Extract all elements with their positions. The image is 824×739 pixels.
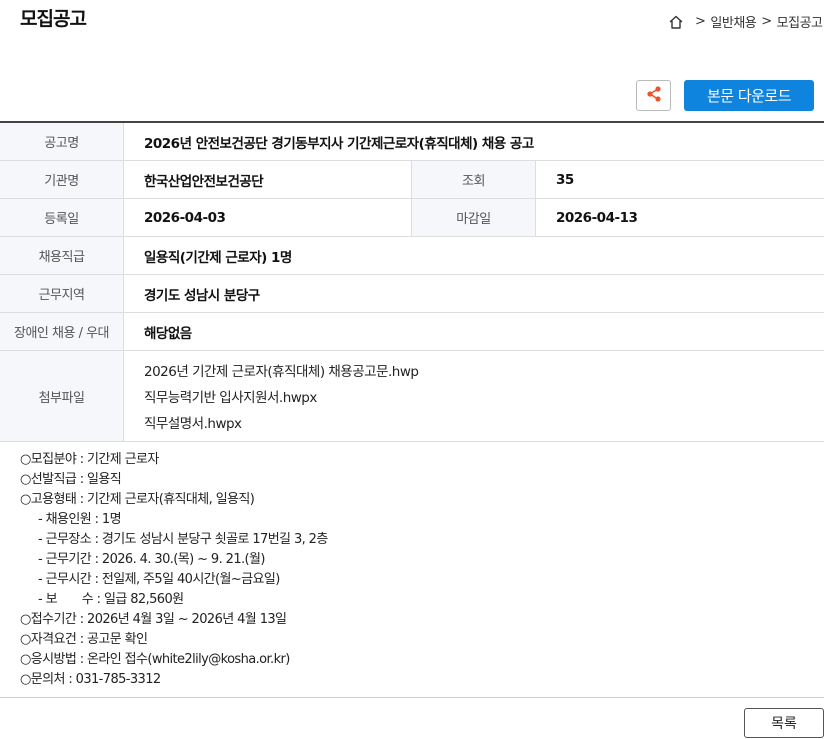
share-icon: [645, 85, 663, 107]
region-value: 경기도 성남시 분당구: [144, 287, 260, 304]
file-link[interactable]: 직무설명서.hwpx: [144, 412, 242, 432]
page-title: 모집공고: [20, 8, 87, 30]
file-link[interactable]: 2026년 기간제 근로자(휴직대체) 채용공고문.hwp: [144, 360, 419, 380]
table-row: 첨부파일 2026년 기간제 근로자(휴직대체) 채용공고문.hwp 직무능력기…: [0, 351, 824, 442]
breadcrumb-item-general[interactable]: 일반채용: [710, 12, 756, 31]
files-label: 첨부파일: [0, 351, 124, 441]
breadcrumb-separator: >: [695, 14, 706, 29]
share-button[interactable]: [636, 80, 671, 111]
region-label: 근무지역: [0, 275, 124, 312]
list-button[interactable]: 목록: [744, 708, 824, 738]
table-row: 공고명 2026년 안전보건공단 경기동부지사 기간제근로자(휴직대체) 채용 …: [0, 123, 824, 161]
notice-line: ○선발직급 : 일용직: [20, 472, 122, 487]
notice-line: ○고용형태 : 기간제 근로자(휴직대체, 일용직): [20, 492, 255, 507]
views-value: 35: [556, 171, 574, 188]
notice-sub-line: - 근무시간 : 전일제, 주5일 40시간(월~금요일): [38, 572, 280, 587]
deadline-value: 2026-04-13: [556, 209, 638, 226]
notice-line: ○문의처 : 031-785-3312: [20, 672, 161, 687]
notice-sub-line: - 보 수 : 일급 82,560원: [38, 592, 184, 607]
disabled-value: 해당없음: [144, 325, 192, 342]
views-label: 조회: [412, 161, 536, 198]
deadline-label: 마감일: [412, 199, 536, 236]
title-value: 2026년 안전보건공단 경기동부지사 기간제근로자(휴직대체) 채용 공고: [144, 135, 534, 152]
notice-sub-line: - 채용인원 : 1명: [38, 512, 122, 527]
download-button[interactable]: 본문 다운로드: [684, 80, 814, 111]
file-link[interactable]: 직무능력기반 입사지원서.hwpx: [144, 386, 317, 406]
org-value: 한국산업안전보건공단: [124, 161, 412, 198]
reg-date-label: 등록일: [0, 199, 124, 236]
breadcrumb: > 일반채용 > 모집공고: [668, 12, 823, 31]
disabled-label: 장애인 채용 / 우대: [0, 313, 124, 350]
table-row: 등록일 2026-04-03 마감일 2026-04-13: [0, 199, 824, 237]
divider: [0, 697, 824, 698]
notice-sub-line: - 근무장소 : 경기도 성남시 분당구 쇳골로 17번길 3, 2층: [38, 532, 328, 547]
home-icon[interactable]: [668, 14, 684, 30]
table-row: 장애인 채용 / 우대 해당없음: [0, 313, 824, 351]
org-label: 기관명: [0, 161, 124, 198]
table-row: 근무지역 경기도 성남시 분당구: [0, 275, 824, 313]
files-list: 2026년 기간제 근로자(휴직대체) 채용공고문.hwp 직무능력기반 입사지…: [124, 351, 824, 441]
notice-line: ○모집분야 : 기간제 근로자: [20, 452, 159, 467]
grade-label: 채용직급: [0, 237, 124, 274]
breadcrumb-separator: >: [761, 14, 772, 29]
reg-date-value: 2026-04-03: [124, 199, 412, 236]
notice-body: ○모집분야 : 기간제 근로자 ○선발직급 : 일용직 ○고용형태 : 기간제 …: [20, 450, 328, 690]
grade-value: 일용직(기간제 근로자) 1명: [144, 249, 292, 266]
notice-line: ○접수기간 : 2026년 4월 3일 ~ 2026년 4월 13일: [20, 612, 287, 627]
table-row: 채용직급 일용직(기간제 근로자) 1명: [0, 237, 824, 275]
breadcrumb-item-current[interactable]: 모집공고: [777, 12, 823, 31]
notice-line: ○응시방법 : 온라인 접수(white2lily@kosha.or.kr): [20, 652, 290, 667]
notice-sub-line: - 근무기간 : 2026. 4. 30.(목) ~ 9. 21.(월): [38, 552, 265, 567]
title-label: 공고명: [0, 123, 124, 160]
info-table: 공고명 2026년 안전보건공단 경기동부지사 기간제근로자(휴직대체) 채용 …: [0, 121, 824, 442]
notice-line: ○자격요건 : 공고문 확인: [20, 632, 148, 647]
table-row: 기관명 한국산업안전보건공단 조회 35: [0, 161, 824, 199]
